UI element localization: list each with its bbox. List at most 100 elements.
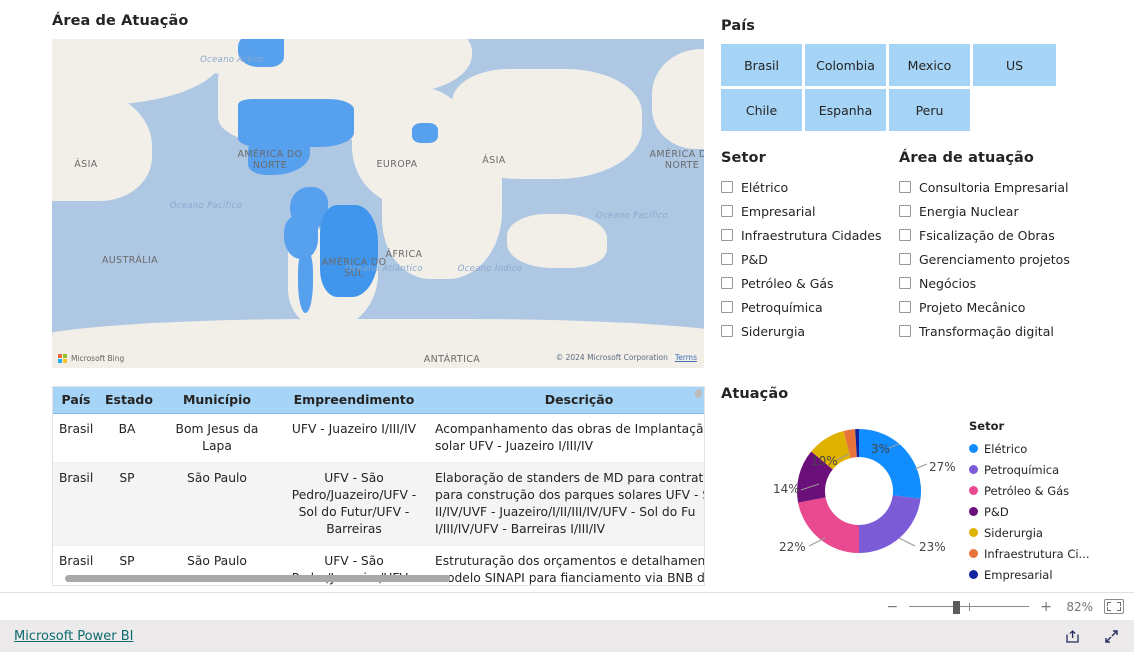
column-header-estado[interactable]: Estado (99, 387, 155, 414)
table-horizontal-scrollbar[interactable] (65, 575, 695, 582)
checkbox-icon[interactable] (721, 205, 733, 217)
checkbox-icon[interactable] (721, 277, 733, 289)
checkbox-icon[interactable] (721, 229, 733, 241)
checkbox-icon[interactable] (899, 205, 911, 217)
area-item-label: Projeto Mecânico (919, 299, 1026, 315)
area-item-gerenciamento-projetos[interactable]: Gerenciamento projetos (899, 247, 1089, 271)
donut-slice[interactable] (798, 497, 859, 553)
column-header-municipio[interactable]: Município (155, 387, 279, 414)
area-item-label: Gerenciamento projetos (919, 251, 1070, 267)
atuacao-donut-visual: Atuação 3% 10% 14% 22% 23% 27% Setor Elé… (721, 386, 1121, 586)
donut-label-3: 3% (871, 442, 891, 456)
setor-item-eletrico[interactable]: Elétrico (721, 175, 899, 199)
checkbox-icon[interactable] (721, 181, 733, 193)
projects-table-visual[interactable]: País Estado Município Empreendimento Des… (52, 386, 705, 586)
legend-color-dot (969, 465, 978, 474)
area-item-energia-nuclear[interactable]: Energia Nuclear (899, 199, 1089, 223)
setor-item-petroquimica[interactable]: Petroquímica (721, 295, 899, 319)
setor-item-petroleo-gas[interactable]: Petróleo & Gás (721, 271, 899, 295)
checkbox-icon[interactable] (721, 301, 733, 313)
country-button-chile[interactable]: Chile (721, 89, 802, 131)
donut-label-10: 10% (811, 454, 838, 468)
legend-item[interactable]: Petróleo & Gás (969, 480, 1119, 501)
column-header-descricao[interactable]: Descrição (429, 387, 704, 414)
setor-item-infraestrutura-cidades[interactable]: Infraestrutura Cidades (721, 223, 899, 247)
fit-to-page-icon[interactable] (1104, 599, 1124, 614)
zoom-slider-handle[interactable] (953, 600, 961, 614)
legend-title: Setor (969, 419, 1005, 433)
legend-item-label: Infraestrutura Ci... (984, 546, 1090, 561)
checkbox-icon[interactable] (899, 181, 911, 193)
world-map[interactable]: Oceano Ártico Oceano Pacífico Oceano Atl… (52, 39, 704, 368)
cell-estado: SP (99, 462, 155, 546)
donut-chart[interactable]: 3% 10% 14% 22% 23% 27% (749, 414, 969, 569)
checkbox-icon[interactable] (899, 229, 911, 241)
zoom-slider[interactable] (909, 600, 1030, 614)
legend-color-dot (969, 528, 978, 537)
zoom-in-button[interactable]: + (1040, 600, 1052, 614)
setor-item-empresarial[interactable]: Empresarial (721, 199, 899, 223)
checkbox-icon[interactable] (899, 325, 911, 337)
scrollbar-thumb[interactable] (695, 389, 702, 398)
country-button-brasil[interactable]: Brasil (721, 44, 802, 86)
area-item-consultoria-empresarial[interactable]: Consultoria Empresarial (899, 175, 1089, 199)
column-header-pais[interactable]: País (53, 387, 99, 414)
area-slicer-title: Área de atuação (899, 150, 1034, 166)
table-vertical-scrollbar[interactable] (695, 389, 702, 579)
legend-item[interactable]: Petroquímica (969, 459, 1119, 480)
continent-label-australia: AUSTRÁLIA (101, 255, 159, 266)
checkbox-icon[interactable] (899, 277, 911, 289)
copyright-text: © 2024 Microsoft Corporation (555, 353, 668, 362)
legend-color-dot (969, 507, 978, 516)
setor-item-ped[interactable]: P&D (721, 247, 899, 271)
highlight-brazil (320, 205, 378, 297)
legend-item[interactable]: Infraestrutura Ci... (969, 543, 1119, 564)
legend-item[interactable]: Elétrico (969, 438, 1119, 459)
area-item-transformacao-digital[interactable]: Transformação digital (899, 319, 1089, 343)
table-row[interactable]: Brasil SP São Paulo UFV - São Pedro/Juaz… (53, 462, 704, 546)
continent-label-asia-left: ÁSIA (74, 159, 98, 170)
legend-item-label: Elétrico (984, 441, 1028, 456)
legend-color-dot (969, 570, 978, 579)
microsoft-power-bi-link[interactable]: Microsoft Power BI (14, 629, 133, 644)
setor-item-label: Siderurgia (741, 323, 806, 339)
map-visual: Área de Atuação Oceano Ártico Oceano Pac… (52, 13, 704, 368)
continent-label-south-america: AMÉRICA DO SUL (321, 257, 387, 279)
checkbox-icon[interactable] (721, 253, 733, 265)
share-icon[interactable] (1064, 628, 1081, 645)
microsoft-squares-icon (58, 354, 67, 363)
table-row[interactable]: Brasil BA Bom Jesus da Lapa UFV - Juazei… (53, 413, 704, 463)
area-item-label: Transformação digital (919, 323, 1054, 339)
checkbox-icon[interactable] (721, 325, 733, 337)
checkbox-icon[interactable] (899, 253, 911, 265)
cell-pais: Brasil (53, 462, 99, 546)
setor-item-siderurgia[interactable]: Siderurgia (721, 319, 899, 343)
legend-item[interactable]: Empresarial (969, 564, 1119, 585)
area-item-negocios[interactable]: Negócios (899, 271, 1089, 295)
footer-bar: Microsoft Power BI (0, 620, 1134, 652)
column-header-empreendimento[interactable]: Empreendimento (279, 387, 429, 414)
donut-label-27: 27% (929, 460, 956, 474)
fullscreen-icon[interactable] (1103, 628, 1120, 645)
country-button-mexico[interactable]: Mexico (889, 44, 970, 86)
zoom-slider-tick (969, 602, 971, 611)
map-attribution: © 2024 Microsoft Corporation Terms (556, 353, 697, 362)
table-header: País Estado Município Empreendimento Des… (53, 387, 704, 414)
donut-slice[interactable] (859, 429, 921, 499)
country-button-peru[interactable]: Peru (889, 89, 970, 131)
continent-label-north-america-right: AMÉRICA DO NORTE (649, 149, 704, 171)
country-button-colombia[interactable]: Colombia (805, 44, 886, 86)
legend-item[interactable]: Siderurgia (969, 522, 1119, 543)
country-button-espanha[interactable]: Espanha (805, 89, 886, 131)
area-item-projeto-mecanico[interactable]: Projeto Mecânico (899, 295, 1089, 319)
donut-label-22: 22% (779, 540, 806, 554)
zoom-out-button[interactable]: − (887, 600, 899, 614)
area-de-atuacao-slicer: Área de atuação Consultoria Empresarial … (899, 150, 1089, 343)
checkbox-icon[interactable] (899, 301, 911, 313)
area-item-fiscalizacao-de-obras[interactable]: Fsicalização de Obras (899, 223, 1089, 247)
terms-link[interactable]: Terms (675, 353, 697, 362)
scrollbar-thumb[interactable] (65, 575, 450, 582)
legend-item[interactable]: P&D (969, 501, 1119, 522)
area-checkbox-list: Consultoria Empresarial Energia Nuclear … (899, 175, 1089, 343)
country-button-us[interactable]: US (973, 44, 1056, 86)
